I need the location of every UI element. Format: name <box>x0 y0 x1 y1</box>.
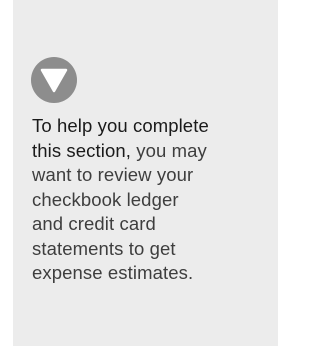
down-triangle-icon <box>40 68 68 93</box>
tip-line: expense estimates. <box>32 261 272 286</box>
tip-text: To help you complete this section, you m… <box>32 114 272 286</box>
tip-body-text: you may <box>131 139 207 161</box>
tip-body-text: expense estimates. <box>32 262 194 283</box>
tip-lead-text: To help you complete <box>32 115 209 136</box>
tip-line: To help you complete <box>32 114 272 139</box>
tip-line: statements to get <box>32 237 272 262</box>
tip-line: checkbook ledger <box>32 188 272 213</box>
tip-body-text: checkbook ledger <box>32 188 179 210</box>
tip-body-text: want to review your <box>32 164 194 185</box>
tip-line: this section, you may <box>32 139 272 164</box>
tip-line: want to review your <box>32 163 272 188</box>
tip-line: and credit card <box>32 212 272 237</box>
tip-panel: To help you complete this section, you m… <box>13 0 278 346</box>
tip-body-text: statements to get <box>32 237 176 259</box>
tip-lead-text: this section, <box>32 139 131 161</box>
tip-body-text: and credit card <box>32 213 156 234</box>
down-arrow-circle-icon <box>31 57 77 103</box>
